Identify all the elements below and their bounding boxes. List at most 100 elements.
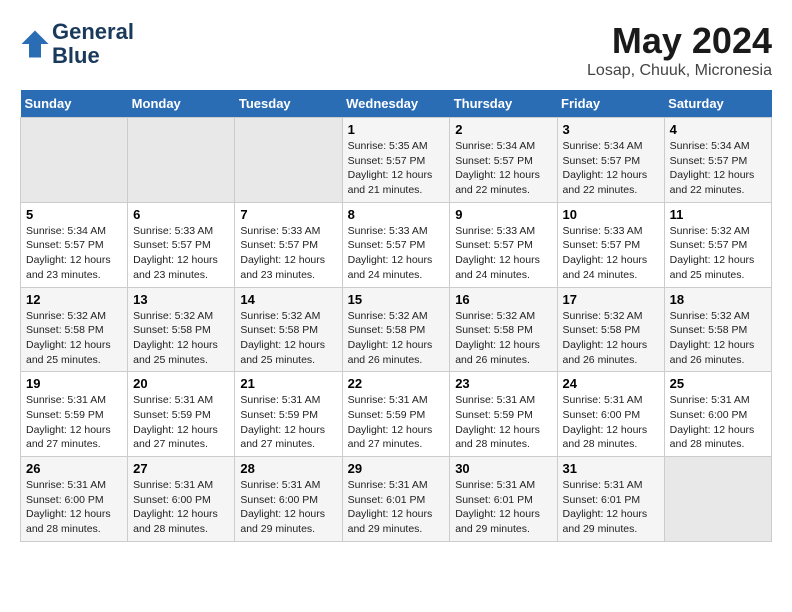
day-number: 30 xyxy=(455,461,551,476)
day-number: 8 xyxy=(348,207,445,222)
day-number: 22 xyxy=(348,376,445,391)
calendar-cell: 16Sunrise: 5:32 AM Sunset: 5:58 PM Dayli… xyxy=(450,287,557,372)
day-number: 27 xyxy=(133,461,229,476)
day-info: Sunrise: 5:31 AM Sunset: 6:01 PM Dayligh… xyxy=(563,478,659,537)
calendar-cell: 5Sunrise: 5:34 AM Sunset: 5:57 PM Daylig… xyxy=(21,202,128,287)
day-info: Sunrise: 5:32 AM Sunset: 5:58 PM Dayligh… xyxy=(26,309,122,368)
calendar-cell: 17 Sunrise: 5:32 AM Sunset: 5:58 PM Dayli… xyxy=(557,287,664,372)
calendar-cell: 26Sunrise: 5:31 AM Sunset: 6:00 PM Dayli… xyxy=(21,457,128,542)
subtitle: Losap, Chuuk, Micronesia xyxy=(587,62,772,80)
day-info: Sunrise: 5:31 AM Sunset: 6:01 PM Dayligh… xyxy=(348,478,445,537)
day-info: Sunrise: 5:31 AM Sunset: 6:01 PM Dayligh… xyxy=(455,478,551,537)
calendar-table: SundayMondayTuesdayWednesdayThursdayFrid… xyxy=(20,90,772,542)
day-number: 4 xyxy=(670,122,766,137)
calendar-cell: 28Sunrise: 5:31 AM Sunset: 6:00 PM Dayli… xyxy=(235,457,342,542)
day-number: 1 xyxy=(348,122,445,137)
calendar-cell xyxy=(664,457,771,542)
calendar-cell: 1Sunrise: 5:35 AM Sunset: 5:57 PM Daylig… xyxy=(342,118,450,203)
day-number: 5 xyxy=(26,207,122,222)
calendar-cell: 27 Sunrise: 5:31 AM Sunset: 6:00 PM Dayli… xyxy=(128,457,235,542)
calendar-cell: 13 Sunrise: 5:32 AM Sunset: 5:58 PM Dayli… xyxy=(128,287,235,372)
logo-icon xyxy=(20,29,50,59)
calendar-cell: 15 Sunrise: 5:32 AM Sunset: 5:58 PM Dayli… xyxy=(342,287,450,372)
day-info: Sunrise: 5:31 AM Sunset: 6:00 PM Dayligh… xyxy=(670,393,766,452)
day-number: 19 xyxy=(26,376,122,391)
day-number: 13 xyxy=(133,292,229,307)
page-header: General Blue May 2024 Losap, Chuuk, Micr… xyxy=(20,20,772,80)
day-number: 9 xyxy=(455,207,551,222)
day-info: Sunrise: 5:32 AM Sunset: 5:58 PM Dayligh… xyxy=(670,309,766,368)
day-number: 12 xyxy=(26,292,122,307)
logo-text: General Blue xyxy=(52,20,134,68)
day-info: Sunrise: 5:31 AM Sunset: 6:00 PM Dayligh… xyxy=(240,478,336,537)
weekday-header-tuesday: Tuesday xyxy=(235,90,342,118)
day-number: 11 xyxy=(670,207,766,222)
calendar-cell: 3 Sunrise: 5:34 AM Sunset: 5:57 PM Daylig… xyxy=(557,118,664,203)
day-info: Sunrise: 5:32 AM Sunset: 5:58 PM Dayligh… xyxy=(240,309,336,368)
title-block: May 2024 Losap, Chuuk, Micronesia xyxy=(587,20,772,80)
calendar-cell: 31 Sunrise: 5:31 AM Sunset: 6:01 PM Dayli… xyxy=(557,457,664,542)
calendar-body: 1Sunrise: 5:35 AM Sunset: 5:57 PM Daylig… xyxy=(21,118,772,542)
calendar-cell: 7Sunrise: 5:33 AM Sunset: 5:57 PM Daylig… xyxy=(235,202,342,287)
day-number: 7 xyxy=(240,207,336,222)
calendar-cell xyxy=(128,118,235,203)
calendar-cell: 2 Sunrise: 5:34 AM Sunset: 5:57 PM Daylig… xyxy=(450,118,557,203)
day-number: 16 xyxy=(455,292,551,307)
day-number: 25 xyxy=(670,376,766,391)
calendar-cell: 8 Sunrise: 5:33 AM Sunset: 5:57 PM Daylig… xyxy=(342,202,450,287)
day-info: Sunrise: 5:31 AM Sunset: 6:00 PM Dayligh… xyxy=(563,393,659,452)
weekday-header-friday: Friday xyxy=(557,90,664,118)
weekday-header-monday: Monday xyxy=(128,90,235,118)
calendar-cell: 9 Sunrise: 5:33 AM Sunset: 5:57 PM Daylig… xyxy=(450,202,557,287)
calendar-week-2: 5Sunrise: 5:34 AM Sunset: 5:57 PM Daylig… xyxy=(21,202,772,287)
calendar-cell: 24 Sunrise: 5:31 AM Sunset: 6:00 PM Dayli… xyxy=(557,372,664,457)
calendar-cell: 10 Sunrise: 5:33 AM Sunset: 5:57 PM Dayli… xyxy=(557,202,664,287)
day-number: 17 xyxy=(563,292,659,307)
calendar-cell: 29 Sunrise: 5:31 AM Sunset: 6:01 PM Dayli… xyxy=(342,457,450,542)
day-number: 2 xyxy=(455,122,551,137)
calendar-cell: 11 Sunrise: 5:32 AM Sunset: 5:57 PM Dayli… xyxy=(664,202,771,287)
weekday-header-thursday: Thursday xyxy=(450,90,557,118)
day-info: Sunrise: 5:34 AM Sunset: 5:57 PM Dayligh… xyxy=(670,139,766,198)
logo: General Blue xyxy=(20,20,134,68)
calendar-week-4: 19 Sunrise: 5:31 AM Sunset: 5:59 PM Dayli… xyxy=(21,372,772,457)
day-info: Sunrise: 5:33 AM Sunset: 5:57 PM Dayligh… xyxy=(455,224,551,283)
day-number: 29 xyxy=(348,461,445,476)
calendar-cell: 20Sunrise: 5:31 AM Sunset: 5:59 PM Dayli… xyxy=(128,372,235,457)
calendar-week-1: 1Sunrise: 5:35 AM Sunset: 5:57 PM Daylig… xyxy=(21,118,772,203)
day-number: 23 xyxy=(455,376,551,391)
day-number: 14 xyxy=(240,292,336,307)
day-number: 21 xyxy=(240,376,336,391)
day-info: Sunrise: 5:33 AM Sunset: 5:57 PM Dayligh… xyxy=(133,224,229,283)
calendar-cell: 12 Sunrise: 5:32 AM Sunset: 5:58 PM Dayli… xyxy=(21,287,128,372)
day-info: Sunrise: 5:32 AM Sunset: 5:58 PM Dayligh… xyxy=(348,309,445,368)
calendar-week-3: 12 Sunrise: 5:32 AM Sunset: 5:58 PM Dayli… xyxy=(21,287,772,372)
day-info: Sunrise: 5:33 AM Sunset: 5:57 PM Dayligh… xyxy=(348,224,445,283)
day-number: 26 xyxy=(26,461,122,476)
day-number: 18 xyxy=(670,292,766,307)
day-info: Sunrise: 5:31 AM Sunset: 6:00 PM Dayligh… xyxy=(133,478,229,537)
day-number: 6 xyxy=(133,207,229,222)
day-number: 24 xyxy=(563,376,659,391)
day-number: 3 xyxy=(563,122,659,137)
day-number: 10 xyxy=(563,207,659,222)
day-info: Sunrise: 5:34 AM Sunset: 5:57 PM Dayligh… xyxy=(455,139,551,198)
calendar-cell: 21Sunrise: 5:31 AM Sunset: 5:59 PM Dayli… xyxy=(235,372,342,457)
weekday-header-wednesday: Wednesday xyxy=(342,90,450,118)
calendar-cell: 22Sunrise: 5:31 AM Sunset: 5:59 PM Dayli… xyxy=(342,372,450,457)
day-info: Sunrise: 5:32 AM Sunset: 5:58 PM Dayligh… xyxy=(563,309,659,368)
weekday-header-sunday: Sunday xyxy=(21,90,128,118)
day-number: 15 xyxy=(348,292,445,307)
calendar-cell: 6 Sunrise: 5:33 AM Sunset: 5:57 PM Daylig… xyxy=(128,202,235,287)
day-info: Sunrise: 5:34 AM Sunset: 5:57 PM Dayligh… xyxy=(563,139,659,198)
calendar-cell xyxy=(235,118,342,203)
day-info: Sunrise: 5:33 AM Sunset: 5:57 PM Dayligh… xyxy=(563,224,659,283)
day-info: Sunrise: 5:32 AM Sunset: 5:57 PM Dayligh… xyxy=(670,224,766,283)
weekday-header-row: SundayMondayTuesdayWednesdayThursdayFrid… xyxy=(21,90,772,118)
calendar-cell: 23Sunrise: 5:31 AM Sunset: 5:59 PM Dayli… xyxy=(450,372,557,457)
day-info: Sunrise: 5:31 AM Sunset: 5:59 PM Dayligh… xyxy=(133,393,229,452)
day-number: 31 xyxy=(563,461,659,476)
day-info: Sunrise: 5:32 AM Sunset: 5:58 PM Dayligh… xyxy=(133,309,229,368)
calendar-cell: 25 Sunrise: 5:31 AM Sunset: 6:00 PM Dayli… xyxy=(664,372,771,457)
calendar-cell: 30 Sunrise: 5:31 AM Sunset: 6:01 PM Dayli… xyxy=(450,457,557,542)
